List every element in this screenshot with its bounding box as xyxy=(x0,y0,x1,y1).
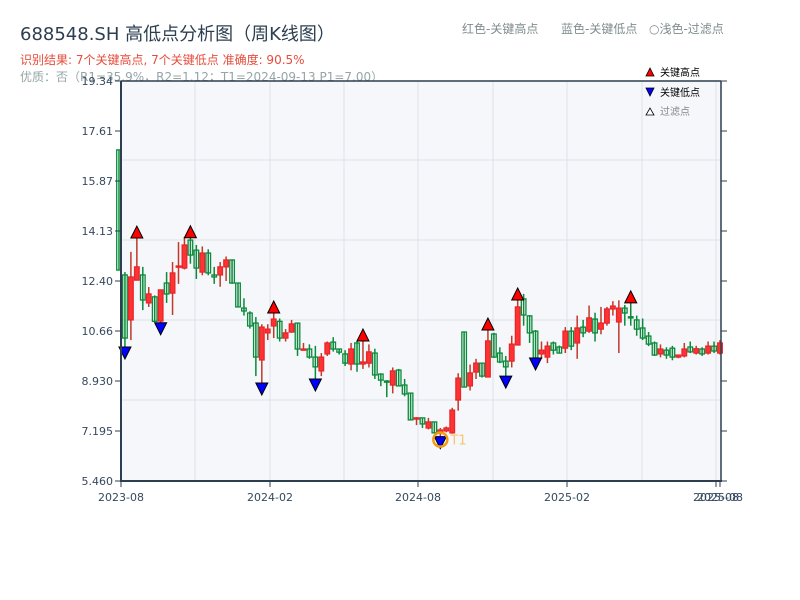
candle-body xyxy=(705,345,712,354)
candle-body xyxy=(615,307,622,323)
legend-high-icon xyxy=(645,67,655,77)
y-tick-label: 17.61 xyxy=(82,125,114,138)
candle-body xyxy=(467,372,474,387)
candle-body xyxy=(157,289,164,322)
candle-body xyxy=(365,351,372,364)
candle-body xyxy=(383,380,390,383)
candle-body xyxy=(288,323,295,333)
candle-body xyxy=(484,340,491,378)
candle-body xyxy=(609,305,616,310)
candle-body xyxy=(223,259,230,268)
candlestick-chart: T1 5.460 7.195 8.930 10.66 12.40 14.13 15.87 17.… xyxy=(82,66,743,504)
candle-body xyxy=(175,265,182,268)
y-tick-label: 15.87 xyxy=(82,175,114,188)
legend-low-label: 关键低点 xyxy=(660,86,700,99)
candle-body xyxy=(508,343,515,362)
x-tick-label: 2023-08 xyxy=(98,491,144,504)
candle-body xyxy=(562,330,569,349)
candle-body xyxy=(586,317,593,332)
candle-body xyxy=(258,326,265,361)
y-tick-label: 8.930 xyxy=(82,375,114,388)
candle-body xyxy=(603,308,610,324)
candle xyxy=(514,300,521,346)
x-tick-label: 2024-02 xyxy=(247,491,293,504)
t1-label: T1 xyxy=(449,434,466,449)
candle-body xyxy=(574,327,581,344)
candle xyxy=(443,426,450,433)
candle-body xyxy=(199,252,206,273)
candle-body xyxy=(598,322,604,330)
x-tick-label: 2025-08 xyxy=(697,491,743,504)
candle-body xyxy=(324,342,331,355)
candle-body xyxy=(544,345,551,358)
legend-high-label: 关键高点 xyxy=(660,66,700,79)
y-tick-label: 14.13 xyxy=(82,225,114,238)
candle-body xyxy=(169,272,176,294)
candle-body xyxy=(133,266,140,281)
candle-body xyxy=(425,421,432,429)
candle-body xyxy=(449,409,456,434)
candle-body xyxy=(538,349,545,355)
candle-body xyxy=(693,348,700,354)
candle-body xyxy=(389,370,396,386)
candle-body xyxy=(181,244,188,269)
candle-body xyxy=(300,348,307,351)
candle xyxy=(157,289,164,323)
candle-body xyxy=(360,361,366,365)
candle-body xyxy=(270,318,277,327)
candle-body xyxy=(413,417,420,420)
candle-body xyxy=(443,427,450,432)
x-tick-label: 2025-02 xyxy=(544,491,590,504)
y-tick-label: 12.40 xyxy=(82,275,114,288)
candle-body xyxy=(681,348,688,357)
candle xyxy=(324,341,331,356)
y-tick-label: 7.195 xyxy=(82,425,114,438)
candle-body xyxy=(348,348,355,365)
candle-body xyxy=(264,328,271,334)
candle xyxy=(603,306,610,326)
plot-area xyxy=(121,81,721,481)
candle-body xyxy=(282,332,289,339)
candle-body xyxy=(127,276,134,321)
candle-body xyxy=(145,293,152,304)
y-tick-label: 19.34 xyxy=(82,75,114,88)
candle-body xyxy=(514,306,521,346)
candle-body xyxy=(675,354,682,358)
candle-body xyxy=(318,356,325,372)
candle xyxy=(449,407,456,434)
y-tick-label: 5.460 xyxy=(82,475,114,488)
candle-body xyxy=(473,362,479,373)
candle-body xyxy=(657,348,664,355)
candle-body xyxy=(455,377,462,401)
candle-body xyxy=(217,266,224,276)
legend-filtered-label: 过滤点 xyxy=(660,105,690,118)
y-tick-label: 10.66 xyxy=(82,325,114,338)
x-tick-label: 2024-08 xyxy=(395,491,441,504)
candle-body xyxy=(627,316,634,319)
